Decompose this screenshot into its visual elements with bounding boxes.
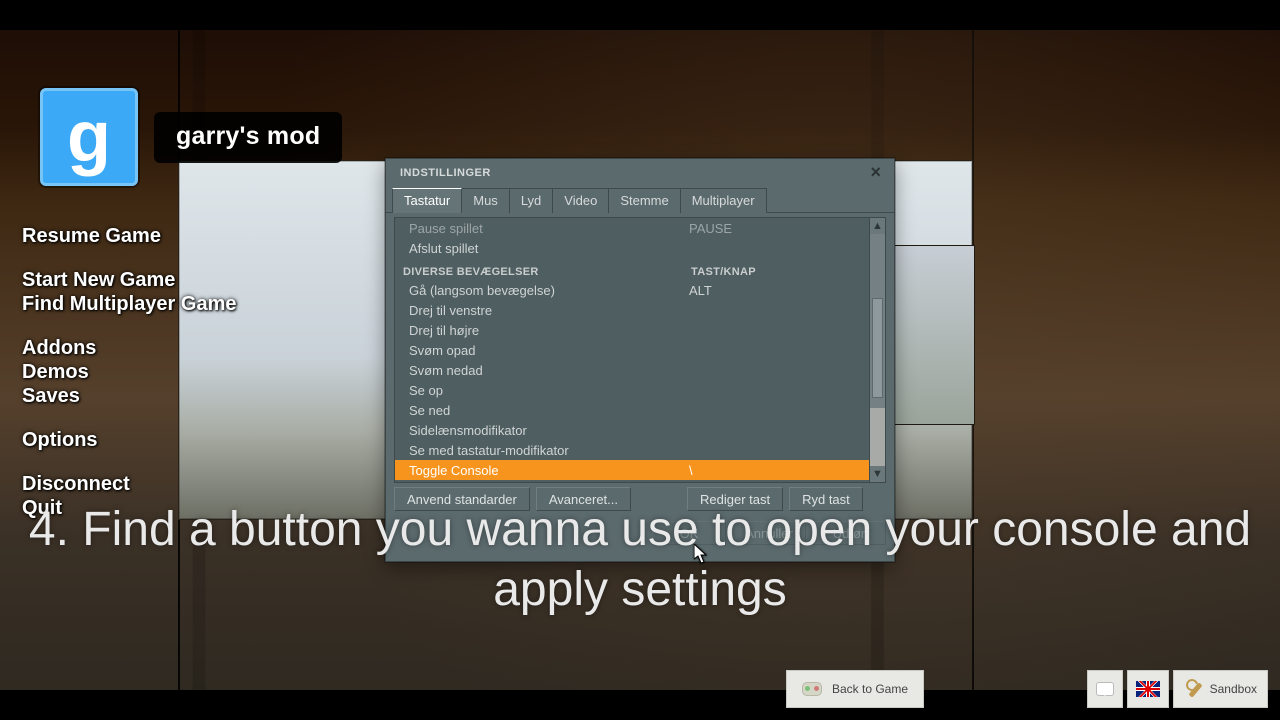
tab-mus[interactable]: Mus bbox=[461, 188, 510, 213]
chat-button[interactable] bbox=[1087, 670, 1123, 708]
dialog-tabs: Tastatur Mus Lyd Video Stemme Multiplaye… bbox=[386, 187, 894, 213]
main-menu: Resume Game Start New Game Find Multipla… bbox=[22, 225, 236, 541]
keybind-row[interactable]: Svøm nedad bbox=[395, 360, 869, 380]
keybind-row[interactable]: Sidelænsmodifikator bbox=[395, 420, 869, 440]
menu-saves[interactable]: Saves bbox=[22, 385, 236, 407]
keybind-row-selected[interactable]: Toggle Console \ bbox=[395, 460, 869, 480]
tab-multiplayer[interactable]: Multiplayer bbox=[680, 188, 767, 213]
tab-tastatur[interactable]: Tastatur bbox=[392, 188, 462, 213]
menu-start-new-game[interactable]: Start New Game bbox=[22, 269, 236, 291]
tutorial-caption: 4. Find a button you wanna use to open y… bbox=[0, 500, 1280, 620]
keybind-row[interactable]: Drej til venstre bbox=[395, 300, 869, 320]
keybind-row[interactable]: Svøm opad bbox=[395, 340, 869, 360]
flag-uk-icon bbox=[1136, 681, 1160, 697]
game-logo: g bbox=[40, 88, 138, 186]
keybind-row[interactable]: Pause spillet PAUSE bbox=[395, 218, 869, 238]
keybind-row[interactable]: Drej til højre bbox=[395, 320, 869, 340]
keybind-row[interactable]: Se op bbox=[395, 380, 869, 400]
tab-video[interactable]: Video bbox=[552, 188, 609, 213]
scroll-up-icon[interactable]: ▲ bbox=[870, 218, 885, 234]
tab-stemme[interactable]: Stemme bbox=[608, 188, 680, 213]
keybind-row[interactable]: Se ned bbox=[395, 400, 869, 420]
letterbox-top bbox=[0, 0, 1280, 30]
close-icon[interactable]: × bbox=[866, 163, 886, 183]
scrollbar[interactable]: ▲ ▼ bbox=[869, 218, 885, 482]
gamemode-button[interactable]: Sandbox bbox=[1173, 670, 1268, 708]
dialog-title: INDSTILLINGER bbox=[400, 167, 491, 179]
tab-lyd[interactable]: Lyd bbox=[509, 188, 553, 213]
keybind-row[interactable]: Afslut spillet bbox=[395, 238, 869, 258]
keybind-list: Pause spillet PAUSE Afslut spillet DIVER… bbox=[394, 217, 886, 483]
speech-icon bbox=[1096, 682, 1114, 696]
controller-icon bbox=[802, 682, 822, 696]
menu-resume[interactable]: Resume Game bbox=[22, 225, 236, 247]
back-to-game-button[interactable]: Back to Game bbox=[786, 670, 924, 708]
keybind-row[interactable]: Se med tastatur-modifikator bbox=[395, 440, 869, 460]
scroll-down-icon[interactable]: ▼ bbox=[870, 466, 885, 482]
language-button[interactable] bbox=[1127, 670, 1169, 708]
game-title: garry's mod bbox=[154, 112, 342, 163]
menu-options[interactable]: Options bbox=[22, 429, 236, 451]
menu-find-multiplayer[interactable]: Find Multiplayer Game bbox=[22, 293, 236, 315]
wrench-icon bbox=[1184, 680, 1202, 698]
keybind-row[interactable]: Gå (langsom bevægelse) ALT bbox=[395, 280, 869, 300]
scroll-thumb[interactable] bbox=[872, 298, 883, 398]
keybind-category: DIVERSE BEVÆGELSER TAST/KNAP bbox=[395, 262, 869, 280]
menu-addons[interactable]: Addons bbox=[22, 337, 236, 359]
menu-disconnect[interactable]: Disconnect bbox=[22, 473, 236, 495]
menu-demos[interactable]: Demos bbox=[22, 361, 236, 383]
